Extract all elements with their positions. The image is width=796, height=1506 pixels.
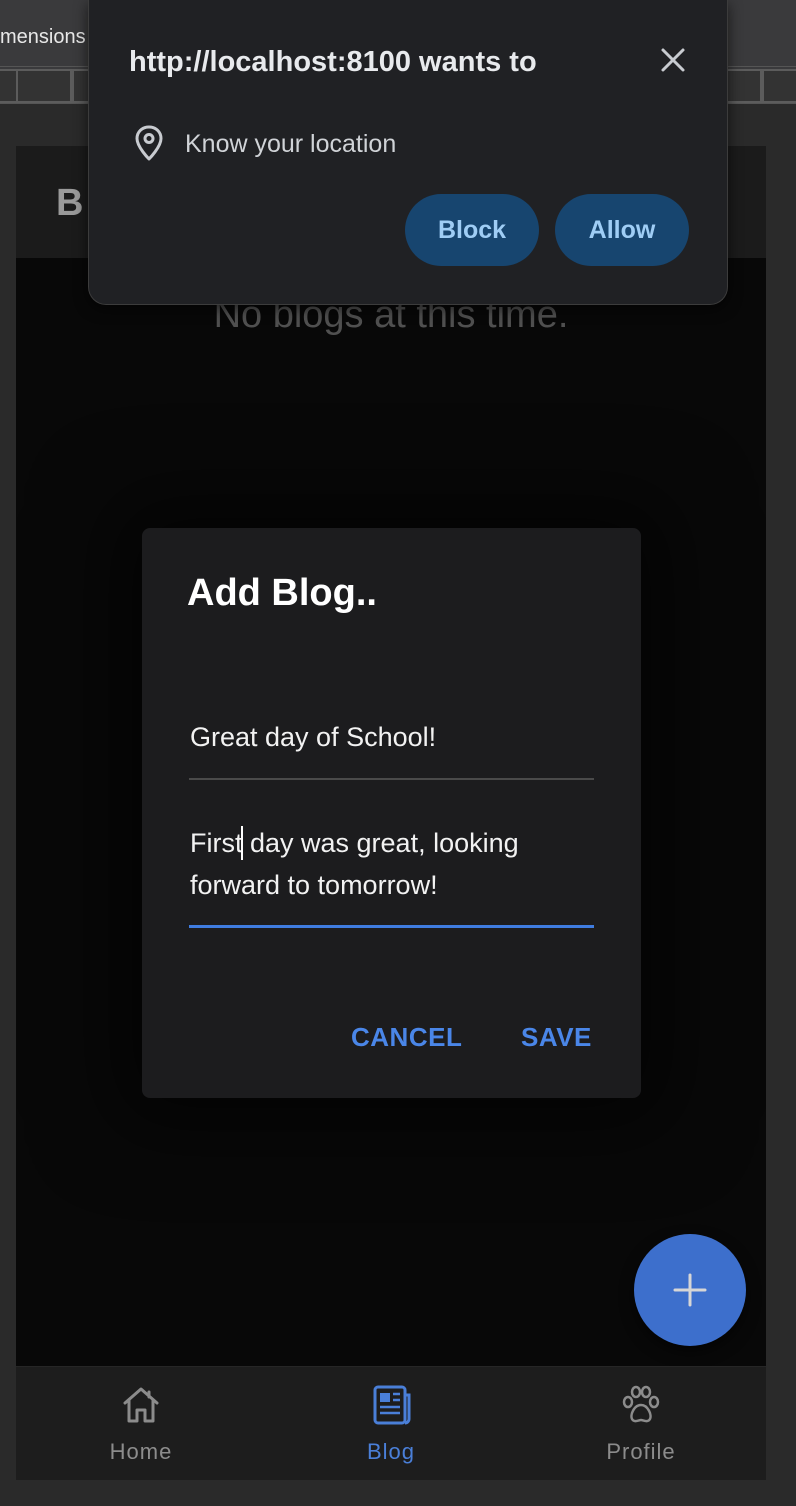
add-blog-dialog: Add Blog.. Great day of School! First da… [142, 528, 641, 1098]
devtools-dimensions-label[interactable]: mensions [0, 26, 86, 49]
close-icon[interactable] [657, 44, 689, 76]
location-pin-icon [135, 125, 163, 161]
plus-icon [673, 1273, 707, 1307]
home-icon [123, 1387, 159, 1423]
tab-bar: Home Blog Profile [16, 1366, 766, 1480]
allow-button[interactable]: Allow [555, 194, 689, 266]
newspaper-icon [373, 1385, 411, 1425]
permission-request-text: Know your location [185, 130, 397, 158]
tab-profile[interactable]: Profile [516, 1367, 766, 1480]
cancel-button[interactable]: CANCEL [351, 1022, 462, 1053]
tab-home-label: Home [109, 1439, 173, 1464]
tab-blog-label: Blog [366, 1439, 416, 1464]
save-button[interactable]: SAVE [521, 1022, 592, 1053]
blog-title-input[interactable]: Great day of School! [189, 696, 594, 780]
device-viewport: B No blogs at this time. Add Blog.. Grea… [16, 146, 766, 1480]
tab-blog[interactable]: Blog [266, 1367, 516, 1480]
add-blog-fab[interactable] [634, 1234, 746, 1346]
block-button[interactable]: Block [405, 194, 539, 266]
blog-body-textarea[interactable]: First day was great, looking forward to … [189, 810, 594, 928]
page-title: B [56, 182, 84, 224]
tab-home[interactable]: Home [16, 1367, 266, 1480]
permission-title: http://localhost:8100 wants to [129, 46, 537, 78]
blog-title-value[interactable]: Great day of School! [190, 722, 436, 753]
tab-profile-label: Profile [606, 1439, 676, 1464]
blog-body-value[interactable]: First day was great, looking forward to … [190, 822, 590, 906]
ruler-cell [16, 69, 72, 103]
paw-icon [622, 1385, 660, 1423]
ruler-cell [762, 69, 796, 103]
location-permission-popup: http://localhost:8100 wants to Know your… [88, 0, 728, 305]
dialog-title: Add Blog.. [187, 572, 377, 614]
text-caret [241, 826, 243, 860]
